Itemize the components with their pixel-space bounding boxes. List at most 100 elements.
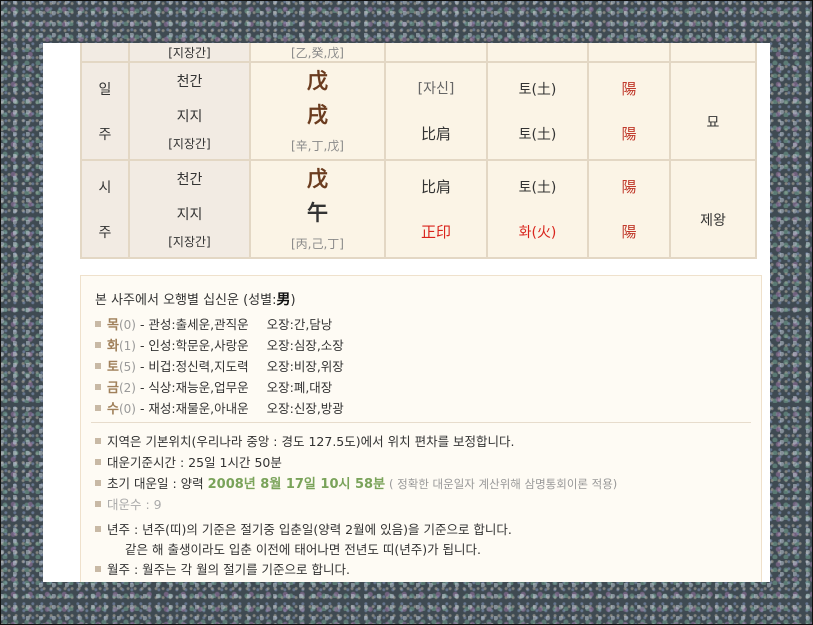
- element-name: 목: [107, 318, 119, 333]
- list-item: 토(5) - 비겁:정신력,지도력 오장:비장,위장: [95, 356, 344, 377]
- element-count: (2): [118, 381, 136, 395]
- day-branch-element: 토(土): [518, 126, 557, 143]
- element-count: (1): [118, 339, 136, 353]
- first-daeun-remark: ( 정확한 대운일자 계산위해 삼명통회이론 적용): [389, 477, 618, 491]
- heavenly-stem-label: 천간: [176, 73, 203, 90]
- element-organs: 오장:비장,위장: [266, 359, 344, 374]
- earthly-branch-label: 지지: [176, 206, 203, 223]
- hour-hidden-stems: [丙,己,丁]: [291, 236, 344, 251]
- bullet-icon: [95, 526, 101, 532]
- element-organs: 오장:간,담낭: [266, 317, 333, 332]
- bullet-icon: [95, 384, 101, 390]
- element-name: 수: [107, 402, 119, 417]
- pillar-name-char: 주: [98, 126, 112, 143]
- bullet-icon: [95, 321, 101, 327]
- first-daeun-date: 2008년 8월 17일 10시 58분: [207, 477, 386, 492]
- element-desc: - 관성:출세운,관직운: [139, 317, 249, 332]
- gender-symbol: 男: [276, 292, 291, 308]
- month-pillar-partial-row: [지장간] [乙,癸,戊]: [80, 43, 757, 63]
- day-yinyang-cell: 陽 陽: [587, 61, 671, 161]
- day-stem-yinyang: 陽: [621, 80, 637, 98]
- heading-prefix: 본 사주에서 오행별 십신운 (성별:: [95, 293, 277, 308]
- day-branch-yinyang: 陽: [621, 125, 637, 143]
- daeun-base-text: 대운기준시간 : 25일 1시간 50분: [107, 455, 282, 470]
- element-count: (0): [118, 402, 136, 416]
- list-item: 화(1) - 인성:학문운,사랑운 오장:심장,소장: [95, 335, 344, 356]
- hour-branch-yinyang: 陽: [621, 223, 637, 241]
- hour-pillar-row: 시 주 천간 지지 [지장간] 戊 午 [丙,己,丁] 比肩 正印 토(土) 화…: [80, 159, 757, 259]
- hour-twelve-stage: 제왕: [700, 213, 726, 229]
- hidden-stems-label: [지장간]: [168, 136, 211, 151]
- month-rule-note: 월주 : 월주는 각 월의 절기를 기준으로 합니다.: [95, 559, 617, 580]
- elements-list: 목(0) - 관성:출세운,관직운 오장:간,담낭 화(1) - 인성:학문운,…: [95, 314, 344, 419]
- notes-list: 지역은 기본위치(우리나라 중앙 : 경도 127.5도)에서 위치 편차를 보…: [95, 431, 617, 580]
- heading-suffix: ): [290, 293, 296, 308]
- bullet-icon: [95, 405, 101, 411]
- day-hidden-stems: [辛,丁,戊]: [291, 138, 344, 153]
- day-branch-hanja: 戌: [307, 103, 328, 128]
- hour-pillar-side: 시 주: [80, 159, 130, 259]
- day-labels-cell: 천간 지지 [지장간]: [128, 61, 251, 161]
- hour-branch-hanja: 午: [307, 201, 328, 226]
- bullet-icon: [95, 363, 101, 369]
- day-ten-gods-cell: [자신] 比肩: [384, 61, 488, 161]
- pillar-name-char: 주: [98, 224, 112, 241]
- four-pillars-table: [지장간] [乙,癸,戊] 일 주 천간 지지 [지장간] 戊 戌 [辛,丁,戊…: [80, 43, 757, 259]
- hour-stem-element: 토(土): [518, 179, 557, 196]
- element-organs: 오장:폐,대장: [266, 380, 333, 395]
- hour-stem-ten-god: 比肩: [420, 178, 451, 196]
- bullet-icon: [95, 566, 101, 572]
- empty-cell: [486, 43, 589, 63]
- first-daeun-note: 초기 대운일 : 양력 2008년 8월 17일 10시 58분 ( 정확한 대…: [95, 473, 617, 494]
- first-daeun-label: 초기 대운일 : 양력: [107, 476, 204, 491]
- month-pillar-side: [80, 43, 130, 63]
- day-pillar-row: 일 주 천간 지지 [지장간] 戊 戌 [辛,丁,戊] [자신] 比肩 토(土)…: [80, 61, 757, 161]
- day-stem-element: 토(土): [518, 81, 557, 98]
- element-desc: - 식상:재능운,업무운: [139, 380, 249, 395]
- bullet-icon: [95, 480, 101, 486]
- day-stem-ten-god: [자신]: [417, 81, 455, 98]
- year-rule-note: 년주 : 년주(띠)의 기준은 절기중 입춘일(양력 2월에 있음)을 기준으로…: [95, 519, 617, 540]
- region-note: 지역은 기본위치(우리나라 중앙 : 경도 127.5도)에서 위치 편차를 보…: [95, 431, 617, 452]
- hidden-stems: [乙,癸,戊]: [291, 46, 344, 60]
- daeun-number-note: 대운수 : 9: [95, 494, 617, 515]
- element-count: (5): [118, 360, 136, 374]
- earthly-branch-label: 지지: [176, 108, 203, 125]
- hour-ten-gods-cell: 比肩 正印: [384, 159, 488, 259]
- hour-hanja-cell: 戊 午 [丙,己,丁]: [249, 159, 386, 259]
- element-organs: 오장:심장,소장: [266, 338, 344, 353]
- pillar-name-char: 시: [98, 179, 112, 196]
- hour-labels-cell: 천간 지지 [지장간]: [128, 159, 251, 259]
- month-hidden-label-cell: [지장간]: [128, 43, 251, 63]
- hour-branch-ten-god: 正印: [420, 223, 451, 241]
- daeun-number-text: 대운수 : 9: [107, 497, 162, 512]
- five-elements-info-box: 본 사주에서 오행별 십신운 (성별:男) 목(0) - 관성:출세운,관직운 …: [80, 275, 762, 582]
- year-rule-continuation: 같은 해 출생이라도 입춘 이전에 태어나면 전년도 띠(년주)가 됩니다.: [125, 542, 482, 557]
- day-twelve-stage-cell: 묘: [669, 61, 757, 161]
- empty-cell: [384, 43, 488, 63]
- day-stem-hanja: 戊: [307, 69, 328, 94]
- list-item: 목(0) - 관성:출세운,관직운 오장:간,담낭: [95, 314, 344, 335]
- hidden-stems-label: [지장간]: [168, 234, 211, 249]
- content-panel: [지장간] [乙,癸,戊] 일 주 천간 지지 [지장간] 戊 戌 [辛,丁,戊…: [43, 43, 770, 582]
- bullet-icon: [95, 438, 101, 444]
- hour-yinyang-cell: 陽 陽: [587, 159, 671, 259]
- list-item: 금(2) - 식상:재능운,업무운 오장:폐,대장: [95, 377, 344, 398]
- hour-stem-yinyang: 陽: [621, 178, 637, 196]
- month-rule-text: 월주 : 월주는 각 월의 절기를 기준으로 합니다.: [107, 562, 350, 577]
- element-desc: - 인성:학문운,사랑운: [139, 338, 249, 353]
- hour-twelve-stage-cell: 제왕: [669, 159, 757, 259]
- hour-stem-hanja: 戊: [307, 167, 328, 192]
- empty-cell: [669, 43, 757, 63]
- day-pillar-side: 일 주: [80, 61, 130, 161]
- hour-branch-element: 화(火): [518, 224, 557, 241]
- region-note-text: 지역은 기본위치(우리나라 중앙 : 경도 127.5도)에서 위치 편차를 보…: [107, 434, 515, 449]
- month-hidden-stems-cell: [乙,癸,戊]: [249, 43, 386, 63]
- hidden-stems-label: [지장간]: [168, 46, 211, 60]
- element-organs: 오장:신장,방광: [266, 401, 344, 416]
- element-desc: - 비겁:정신력,지도력: [139, 359, 249, 374]
- element-name: 금: [107, 381, 119, 396]
- day-branch-ten-god: 比肩: [420, 124, 451, 143]
- element-name: 화: [107, 339, 119, 354]
- daeun-base-note: 대운기준시간 : 25일 1시간 50분: [95, 452, 617, 473]
